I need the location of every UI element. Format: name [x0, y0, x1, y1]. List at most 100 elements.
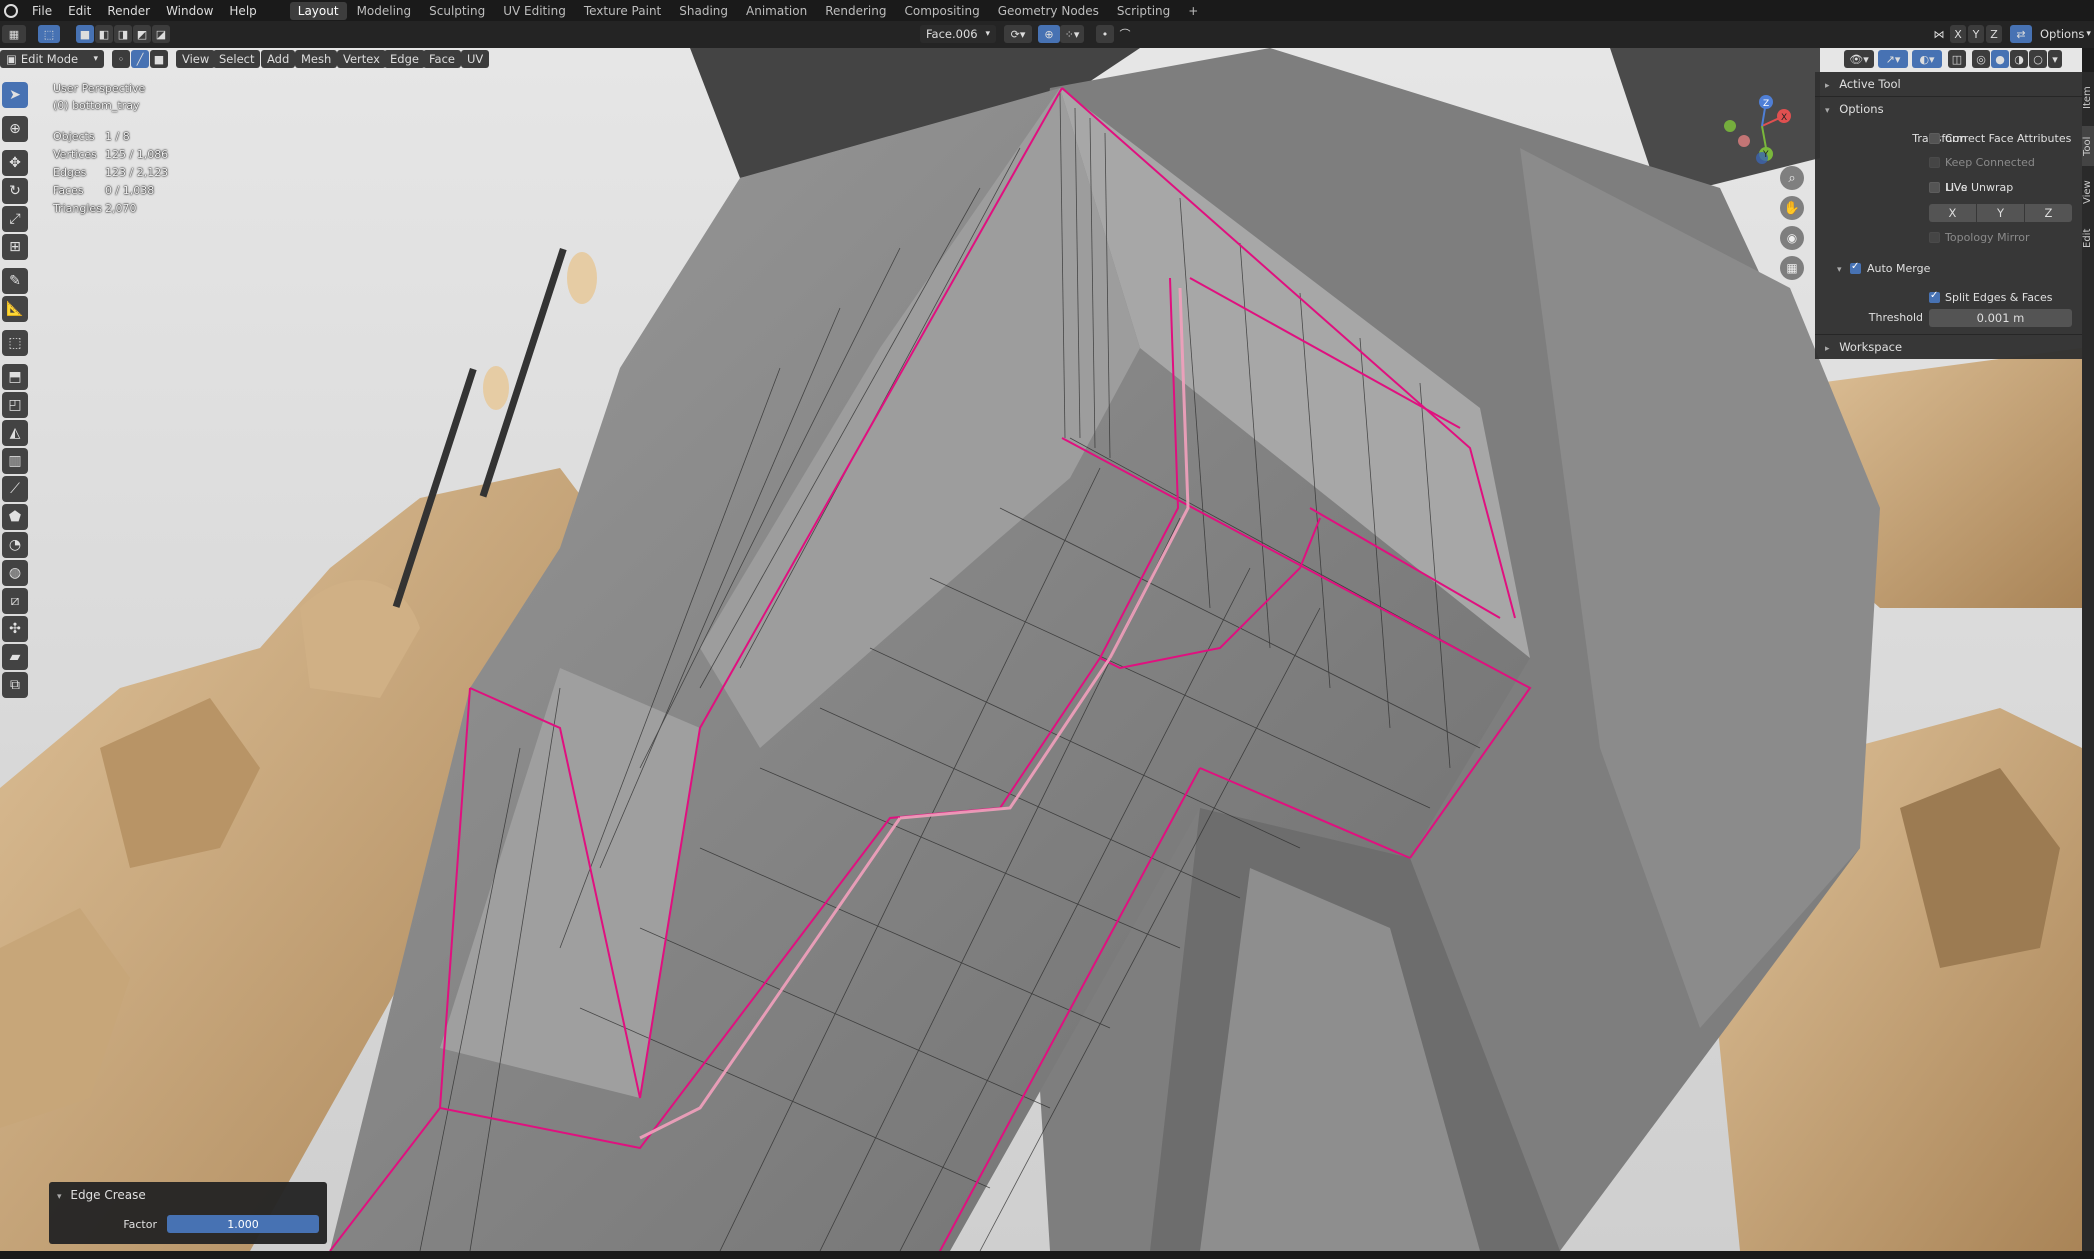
move-tool-icon[interactable]: ✥: [2, 150, 28, 176]
keep-connected-checkbox[interactable]: [1929, 157, 1940, 168]
navigation-gizmo[interactable]: X Z Y: [1722, 86, 1802, 166]
menu-edit[interactable]: Edit: [60, 4, 99, 18]
menu-window[interactable]: Window: [158, 4, 221, 18]
falloff-icon[interactable]: ⌒: [1116, 25, 1134, 43]
active-tool-header[interactable]: ▸ Active Tool: [1825, 77, 1901, 91]
chevron-down-icon[interactable]: ▾: [2048, 50, 2062, 68]
tab-item[interactable]: Item: [2082, 78, 2094, 118]
edge-slide-tool-icon[interactable]: ⧄: [2, 588, 28, 614]
tab-modeling[interactable]: Modeling: [349, 2, 420, 20]
tab-texture-paint[interactable]: Texture Paint: [576, 2, 669, 20]
camera-icon[interactable]: ◉: [1780, 226, 1804, 250]
3d-viewport[interactable]: User Perspective (0) bottom_tray Objects…: [0, 48, 2082, 1251]
tab-compositing[interactable]: Compositing: [896, 2, 987, 20]
correct-face-attributes-checkbox[interactable]: [1929, 133, 1940, 144]
menu-add[interactable]: Add: [261, 50, 296, 68]
snap-icon[interactable]: ⊕: [1038, 25, 1060, 43]
tab-edit[interactable]: Edit: [2082, 218, 2094, 258]
mirror-z-button[interactable]: Z: [2025, 204, 2072, 222]
mirror-x-button[interactable]: X: [1929, 204, 1976, 222]
overlay-toggle-icon[interactable]: ◐▾: [1912, 50, 1942, 68]
editor-type-icon[interactable]: ▦: [2, 25, 26, 43]
mode-subtract-icon[interactable]: ◨: [114, 25, 132, 43]
measure-tool-icon[interactable]: 📐: [2, 296, 28, 322]
menu-file[interactable]: File: [24, 4, 60, 18]
annotate-tool-icon[interactable]: ✎: [2, 268, 28, 294]
menu-uv[interactable]: UV: [461, 50, 490, 68]
knife-tool-icon[interactable]: ⟋: [2, 476, 28, 502]
factor-slider[interactable]: 1.000: [167, 1215, 319, 1233]
add-workspace-button[interactable]: +: [1180, 2, 1206, 20]
poly-build-tool-icon[interactable]: ⬟: [2, 504, 28, 530]
mirror-y-button[interactable]: Y: [1977, 204, 2024, 222]
mode-extend-icon[interactable]: ◧: [95, 25, 113, 43]
tab-sculpting[interactable]: Sculpting: [421, 2, 493, 20]
zoom-icon[interactable]: ⌕: [1780, 166, 1804, 190]
cursor-tool-icon[interactable]: ⊕: [2, 116, 28, 142]
pan-hand-icon[interactable]: ✋: [1780, 196, 1804, 220]
menu-select[interactable]: Select: [213, 50, 261, 68]
proportional-edit-icon[interactable]: •: [1096, 25, 1114, 43]
tab-tool[interactable]: Tool: [2082, 126, 2094, 166]
edge-crease-header[interactable]: ▾ Edge Crease: [57, 1188, 146, 1202]
live-unwrap-checkbox[interactable]: [1929, 182, 1940, 193]
tab-rendering[interactable]: Rendering: [817, 2, 894, 20]
material-shading-icon[interactable]: ◑: [2010, 50, 2028, 68]
mode-invert-icon[interactable]: ◪: [152, 25, 170, 43]
tab-geometry-nodes[interactable]: Geometry Nodes: [990, 2, 1107, 20]
auto-merge-checkbox[interactable]: [1850, 261, 1861, 274]
object-name-dropdown[interactable]: Face.006 ▾: [920, 25, 996, 43]
tab-layout[interactable]: Layout: [289, 1, 347, 20]
menu-view[interactable]: View: [176, 50, 216, 68]
tab-shading[interactable]: Shading: [671, 2, 736, 20]
split-edges-faces-checkbox[interactable]: [1929, 290, 1940, 303]
inset-tool-icon[interactable]: ◰: [2, 392, 28, 418]
mode-new-icon[interactable]: ■: [76, 25, 94, 43]
wireframe-shading-icon[interactable]: ◎: [1972, 50, 1990, 68]
xray-icon[interactable]: ◫: [1948, 50, 1966, 68]
menu-render[interactable]: Render: [99, 4, 158, 18]
tab-scripting[interactable]: Scripting: [1109, 2, 1178, 20]
shrink-fatten-tool-icon[interactable]: ✣: [2, 616, 28, 642]
menu-mesh[interactable]: Mesh: [295, 50, 338, 68]
mode-intersect-icon[interactable]: ◩: [133, 25, 151, 43]
menu-face[interactable]: Face: [423, 50, 462, 68]
options-dropdown[interactable]: Options ▾: [2034, 25, 2092, 43]
vertex-select-icon[interactable]: ◦: [112, 50, 130, 68]
topology-mirror-checkbox[interactable]: [1929, 232, 1940, 243]
mode-dropdown[interactable]: ▣ Edit Mode ▾: [0, 50, 104, 68]
rotate-tool-icon[interactable]: ↻: [2, 178, 28, 204]
auto-merge-header[interactable]: ▾: [1837, 262, 1842, 275]
scale-tool-icon[interactable]: ⤢: [2, 206, 28, 232]
menu-help[interactable]: Help: [221, 4, 264, 18]
smooth-tool-icon[interactable]: ◍: [2, 560, 28, 586]
grid-icon[interactable]: ▦: [1780, 256, 1804, 280]
snap-target-icon[interactable]: ⁘▾: [1060, 25, 1084, 43]
rendered-shading-icon[interactable]: ○: [2029, 50, 2047, 68]
loop-cut-tool-icon[interactable]: ▥: [2, 448, 28, 474]
tab-view[interactable]: View: [2082, 172, 2094, 212]
menu-vertex[interactable]: Vertex: [337, 50, 386, 68]
mirror-icon[interactable]: ⋈: [1930, 25, 1948, 43]
workspace-header[interactable]: ▸ Workspace: [1825, 340, 1902, 354]
pivot-icon[interactable]: ⟳▾: [1004, 25, 1032, 43]
bevel-tool-icon[interactable]: ◭: [2, 420, 28, 446]
add-cube-tool-icon[interactable]: ⬚: [2, 330, 28, 356]
solid-shading-icon[interactable]: ●: [1991, 50, 2009, 68]
visibility-icon[interactable]: 👁▾: [1844, 50, 1874, 68]
blender-logo-icon[interactable]: [4, 3, 18, 18]
options-header[interactable]: ▾ Options: [1825, 102, 1884, 116]
edge-select-icon[interactable]: ╱: [131, 50, 149, 68]
gizmo-toggle-icon[interactable]: ↗▾: [1878, 50, 1908, 68]
transform-tool-icon[interactable]: ⊞: [2, 234, 28, 260]
select-box-icon[interactable]: ⬚: [38, 25, 60, 43]
rip-tool-icon[interactable]: ⧉: [2, 672, 28, 698]
mirror-x-button[interactable]: X: [1950, 25, 1966, 43]
shear-tool-icon[interactable]: ▰: [2, 644, 28, 670]
threshold-field[interactable]: 0.001 m: [1929, 309, 2072, 327]
tab-animation[interactable]: Animation: [738, 2, 815, 20]
mirror-y-button[interactable]: Y: [1968, 25, 1984, 43]
menu-edge[interactable]: Edge: [384, 50, 425, 68]
select-tool-icon[interactable]: ➤: [2, 82, 28, 108]
tab-uv-editing[interactable]: UV Editing: [495, 2, 574, 20]
